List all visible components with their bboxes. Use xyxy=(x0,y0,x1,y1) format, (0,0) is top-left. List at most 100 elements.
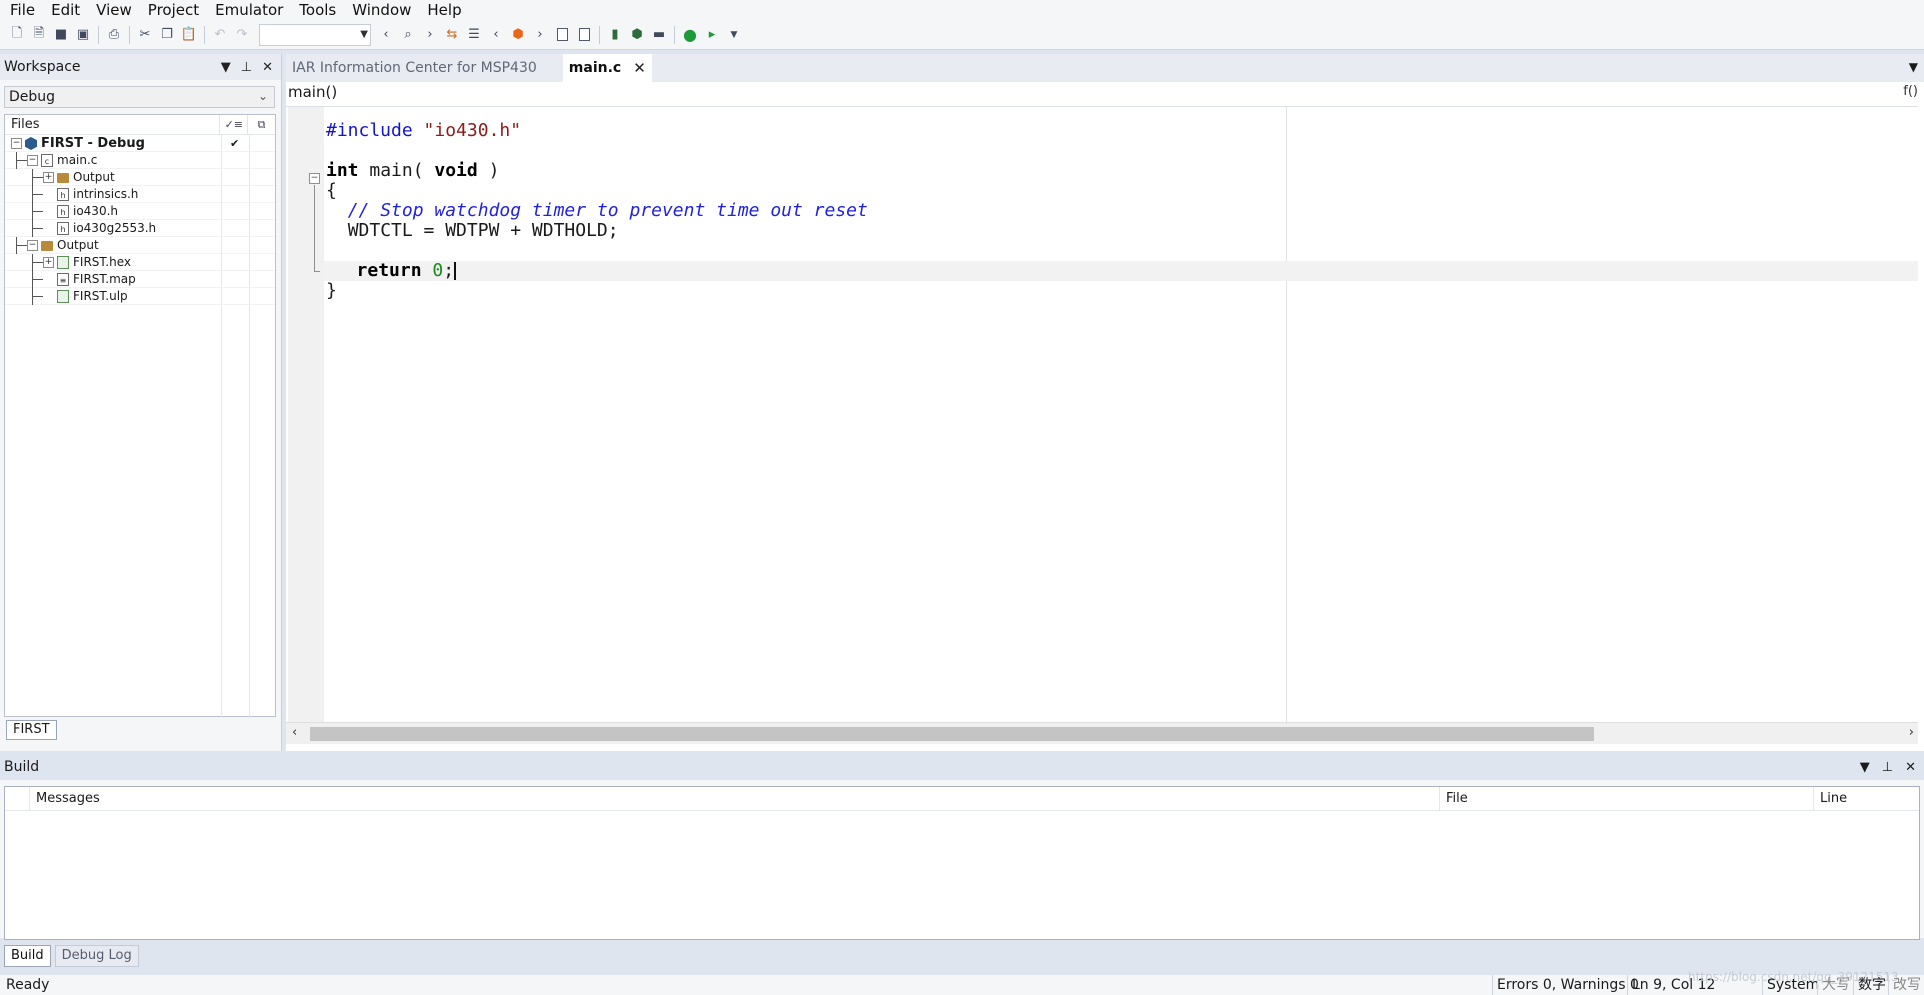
scroll-left-icon[interactable]: ‹ xyxy=(292,725,297,740)
tab-info-center[interactable]: IAR Information Center for MSP430 xyxy=(286,54,543,82)
menu-bar: File Edit View Project Emulator Tools Wi… xyxy=(0,0,1924,20)
scroll-thumb[interactable] xyxy=(310,727,1594,741)
code-editor[interactable]: − #include "io430.h" int main( void ) { … xyxy=(286,106,1918,723)
toolbar-overflow-icon[interactable]: ▼ xyxy=(723,24,745,46)
column-file[interactable]: File xyxy=(1439,787,1813,811)
panel-menu-icon[interactable]: ▼ xyxy=(221,60,231,75)
chevron-down-icon[interactable]: ⌄ xyxy=(258,89,268,103)
scroll-right-icon[interactable]: › xyxy=(1909,725,1914,740)
menu-tools[interactable]: Tools xyxy=(291,0,344,20)
menu-window[interactable]: Window xyxy=(344,0,419,20)
redo-icon[interactable]: ↷ xyxy=(231,24,253,46)
indent-left-icon[interactable] xyxy=(551,24,573,46)
c-file-icon: c xyxy=(41,154,53,167)
code-line-3: int main( void ) xyxy=(326,160,500,181)
tree-connector xyxy=(32,211,43,212)
files-tree: Files ✓≡ ⧉ − FIRST - Debug ✔ − c main.c + Outpu… xyxy=(4,114,276,718)
bookmark-toggle-icon[interactable]: ⬢ xyxy=(507,24,529,46)
tab-list-icon[interactable]: ▼ xyxy=(1909,60,1918,74)
menu-project[interactable]: Project xyxy=(140,0,207,20)
fold-toggle-icon[interactable]: − xyxy=(309,173,320,184)
cut-icon[interactable]: ✂ xyxy=(134,24,156,46)
new-doc-icon[interactable]: 🗎 xyxy=(28,24,50,46)
toolbar-separator xyxy=(599,25,600,44)
new-file-icon[interactable]: 🗋 xyxy=(6,24,28,46)
configuration-select[interactable]: Debug ⌄ xyxy=(4,86,275,108)
column-messages[interactable]: Messages xyxy=(29,787,1439,811)
build-column-icon[interactable]: ⧉ xyxy=(247,114,275,135)
menu-file[interactable]: File xyxy=(2,0,43,20)
tab-debug-log[interactable]: Debug Log xyxy=(54,945,139,967)
code-line-5: // Stop watchdog timer to prevent time o… xyxy=(347,200,868,221)
copy-icon[interactable]: ❐ xyxy=(156,24,178,46)
pin-icon[interactable]: ⊥ xyxy=(1882,760,1893,775)
debug-no-download-icon[interactable]: ▸ xyxy=(701,24,723,46)
download-debug-icon[interactable]: ● xyxy=(679,24,701,46)
tree-item[interactable]: h intrinsics.h xyxy=(5,186,275,203)
find-icon[interactable]: ⌕ xyxy=(397,24,419,46)
workspace-tab-first[interactable]: FIRST xyxy=(6,720,57,740)
menu-emulator[interactable]: Emulator xyxy=(207,0,291,20)
tree-item[interactable]: ≡ FIRST.map xyxy=(5,271,275,288)
code-line-1: #include "io430.h" xyxy=(326,120,522,141)
tree-item-label: FIRST - Debug xyxy=(41,136,145,151)
indent-right-icon[interactable] xyxy=(573,24,595,46)
menu-help[interactable]: Help xyxy=(419,0,469,20)
status-ready: Ready xyxy=(6,977,50,993)
horizontal-scrollbar[interactable]: ‹ › xyxy=(286,722,1918,744)
tree-item-label: io430g2553.h xyxy=(73,221,157,235)
tree-item[interactable]: + FIRST.hex xyxy=(5,254,275,271)
bookmark-previous-icon[interactable]: ‹ xyxy=(485,24,507,46)
goto-icon[interactable]: ☰ xyxy=(463,24,485,46)
save-all-icon[interactable]: ▣ xyxy=(72,24,94,46)
tree-item[interactable]: − Output xyxy=(5,237,275,254)
tree-item[interactable]: h io430.h xyxy=(5,203,275,220)
build-messages-list[interactable]: Messages File Line xyxy=(4,786,1920,940)
make-icon[interactable]: ⬢ xyxy=(626,24,648,46)
paste-icon[interactable]: 📋 xyxy=(178,24,200,46)
function-list-icon[interactable]: f() xyxy=(1903,84,1918,99)
files-header-label: Files xyxy=(11,117,40,132)
tab-label: IAR Information Center for MSP430 xyxy=(292,60,537,76)
column-line[interactable]: Line xyxy=(1813,787,1909,811)
close-icon[interactable]: ✕ xyxy=(1905,760,1916,775)
close-icon[interactable]: ✕ xyxy=(262,60,273,75)
tree-item[interactable]: h io430g2553.h xyxy=(5,220,275,237)
text-cursor xyxy=(454,262,457,280)
collapse-icon[interactable]: − xyxy=(27,155,38,166)
checkmark-icon: ✔ xyxy=(230,137,240,150)
function-navigator[interactable]: main() f() xyxy=(286,82,1924,102)
find-previous-icon[interactable]: ‹ xyxy=(375,24,397,46)
files-header: Files ✓≡ ⧉ xyxy=(5,114,275,135)
collapse-icon[interactable]: − xyxy=(27,240,38,251)
menu-view[interactable]: View xyxy=(88,0,140,20)
compile-icon[interactable]: ▮ xyxy=(604,24,626,46)
undo-icon[interactable]: ↶ xyxy=(209,24,231,46)
expand-icon[interactable]: + xyxy=(43,257,54,268)
menu-edit[interactable]: Edit xyxy=(43,0,88,20)
close-tab-icon[interactable]: ✕ xyxy=(633,59,646,77)
tree-connector xyxy=(32,169,33,186)
bookmark-next-icon[interactable]: › xyxy=(529,24,551,46)
replace-icon[interactable]: ⇆ xyxy=(441,24,463,46)
tree-item[interactable]: − FIRST - Debug ✔ xyxy=(5,135,275,152)
tree-item[interactable]: − c main.c xyxy=(5,152,275,169)
tab-main-c[interactable]: main.c ✕ xyxy=(562,54,652,82)
find-combo[interactable]: ▼ xyxy=(259,23,371,46)
save-icon[interactable]: ■ xyxy=(50,24,72,46)
chevron-down-icon[interactable]: ▼ xyxy=(360,29,368,40)
options-column-icon[interactable]: ✓≡ xyxy=(219,114,247,135)
stop-build-icon[interactable]: ▬ xyxy=(648,24,670,46)
panel-menu-icon[interactable]: ▼ xyxy=(1860,760,1870,775)
tab-build[interactable]: Build xyxy=(4,945,51,967)
tree-item-label: Output xyxy=(57,238,99,252)
build-tabs: Build Debug Log xyxy=(0,944,1924,968)
collapse-icon[interactable]: − xyxy=(11,138,22,149)
tree-item[interactable]: + Output xyxy=(5,169,275,186)
find-next-icon[interactable]: › xyxy=(419,24,441,46)
tree-item[interactable]: FIRST.ulp xyxy=(5,288,275,305)
expand-icon[interactable]: + xyxy=(43,172,54,183)
toolbar-separator xyxy=(204,25,205,44)
pin-icon[interactable]: ⊥ xyxy=(241,60,252,75)
print-icon[interactable]: ⎙ xyxy=(103,24,125,46)
